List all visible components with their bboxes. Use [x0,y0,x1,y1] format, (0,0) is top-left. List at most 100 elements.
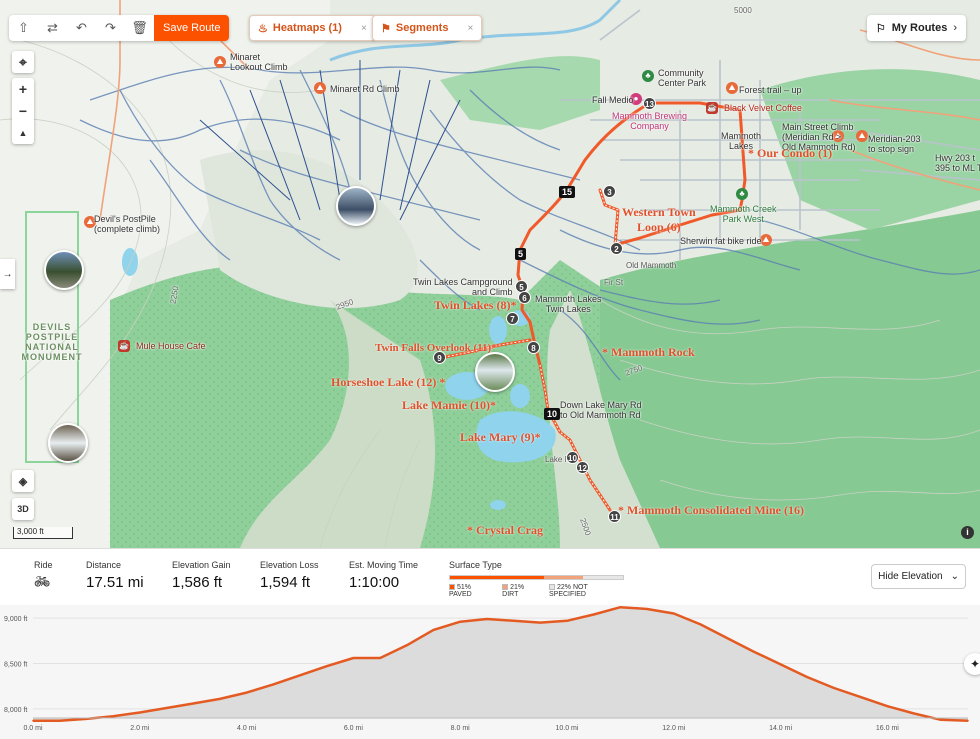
surface-segment [450,576,544,579]
segment-icon: ⚑ [381,22,391,35]
elevation-point [967,719,969,722]
climb-poi-icon[interactable]: ⛰ [314,82,326,94]
label-devils-postpile: Devil's PostPile (complete climb) [94,214,161,234]
route-photo-waterfall[interactable] [48,423,88,463]
route-photo-ski-slope[interactable] [336,186,376,226]
elevation-point [405,644,408,647]
route-stop-marker[interactable]: 8 [527,341,540,354]
route-photo-devils-postpile[interactable] [44,250,84,290]
elevation-point [672,612,675,615]
elevation-point [859,696,862,698]
elevation-point [753,650,755,653]
elevation-point [325,665,328,668]
expand-panel-button[interactable]: → [0,259,15,289]
y-tick-label: 9,000 ft [4,616,27,623]
label-hwy-203: Hwy 203 t 395 to ML T [935,153,980,173]
reverse-route-icon[interactable]: ⇄ [38,15,67,41]
route-stop-marker[interactable]: 11 [608,510,621,523]
info-icon[interactable]: i [961,526,974,539]
loss-label: Elevation Loss [260,560,319,570]
climb-poi-icon[interactable]: ⛰ [726,82,738,94]
route-stop-marker[interactable]: 3 [603,185,616,198]
segment-flag-5[interactable]: 5 [515,248,527,260]
elevation-point [299,674,301,677]
y-tick-label: 8,000 ft [4,707,27,714]
distance-stat: Distance 17.51 mi [86,560,144,591]
x-tick-label: 4.0 mi [237,725,257,732]
elevation-point [699,623,702,626]
route-stop-marker[interactable]: 13 [643,97,656,110]
route-stop-marker[interactable]: 9 [433,351,446,364]
map-canvas[interactable]: ⛰ ⛰ ♣ ⛰ ☕ ● ⛰ ♣ ⛰ ⛰ ☕ ⛰ Minaret Lookout … [0,0,980,548]
elevation-profile[interactable]: 9,000 ft 8,500 ft 8,000 ft 0.0 mi 2.0 mi 4.0 … [0,605,980,739]
segments-chip[interactable]: ⚑ Segments × [372,15,483,41]
elevation-point [352,657,355,659]
hide-elevation-dropdown[interactable]: Hide Elevation ⌄ [871,564,966,589]
elevation-point [459,620,461,623]
label-mammoth-brewing: Mammoth Brewing Company [612,111,688,131]
coffee-cup-icon[interactable]: ☕ [706,102,718,114]
y-tick-label: 8,500 ft [4,662,27,669]
park-tree-icon[interactable]: ♣ [642,70,654,82]
segment-flag-15[interactable]: 15 [559,186,576,198]
elevation-point [112,715,114,717]
route-photo-twin-falls[interactable] [475,352,515,392]
annotation-lake-mamie: Lake Mamie (10)* [402,398,496,412]
elevation-gain-stat: Elevation Gain 1,586 ft [172,560,231,591]
elevation-point [886,705,889,707]
label-fall-medio: Fall Medio [592,95,634,105]
route-stop-marker[interactable]: 7 [506,312,519,325]
zoom-in-button[interactable]: + [12,78,34,100]
elevation-point [165,707,168,709]
annotation-consolidated: * Mammoth Consolidated Mine (16) [618,503,804,517]
elevation-point [245,691,248,694]
locate-crosshair-icon[interactable]: ⌖ [12,51,34,73]
annotation-lake-mary: Lake Mary (9)* [460,430,541,444]
route-stop-marker[interactable]: 2 [610,242,623,255]
elevation-point [486,618,488,620]
elevation-point [833,687,835,689]
trash-icon[interactable]: 🗑 [125,15,154,41]
upload-icon[interactable]: ⇧ [9,15,38,41]
loss-value: 1,594 ft [260,574,311,591]
cafe-cup-icon[interactable]: ☕ [118,340,130,352]
label-mammoth-creek: Mammoth Creek Park West [710,204,777,224]
surface-bar [449,575,624,580]
climb-poi-icon[interactable]: ⛰ [856,130,868,142]
activity-type[interactable]: Ride 🚲︎ [34,560,53,590]
save-route-button[interactable]: Save Route [154,15,230,41]
route-stop-marker[interactable]: 6 [518,291,531,304]
annotation-twin-lakes: Twin Lakes (8)* [434,298,517,312]
my-routes-label: My Routes [891,22,948,34]
park-tree-icon[interactable]: ♣ [736,188,748,200]
segments-label: Segments [395,22,449,34]
sparkle-icon[interactable]: ✦ [964,653,980,675]
bookmark-icon: ⚐ [875,22,886,35]
close-icon[interactable]: × [467,23,473,34]
segment-flag-10[interactable]: 10 [544,408,561,420]
my-routes-button[interactable]: ⚐ My Routes › [866,15,966,41]
heatmap-icon: ♨ [258,22,268,35]
elevation-point [379,657,381,659]
gain-value: 1,586 ft [172,574,223,591]
heatmaps-label: Heatmaps (1) [272,22,342,34]
surface-legend-item: 51% PAVED [449,584,494,598]
redo-icon[interactable]: ↷ [96,15,125,41]
elevation-point [58,719,61,722]
zoom-out-button[interactable]: − [12,100,34,122]
elevation-point [806,676,809,678]
moving-time-stat: Est. Moving Time 1:10:00 [349,560,418,591]
climb-poi-icon[interactable]: ⛰ [214,56,226,68]
three-d-button[interactable]: 3D [12,498,34,520]
compass-icon[interactable]: ▲ [12,122,34,144]
heatmaps-chip[interactable]: ♨ Heatmaps (1) × [249,15,376,41]
layers-icon[interactable]: ◈ [12,470,34,492]
elevation-point [939,719,942,721]
surface-type-stat: Surface Type 51% PAVED 21% DIRT 22% NOT SP… [449,560,624,598]
undo-icon[interactable]: ↶ [67,15,96,41]
close-icon[interactable]: × [361,23,367,34]
surface-segment [543,576,583,579]
label-community-center: Community Center Park [658,68,707,88]
route-stop-marker[interactable]: 12 [576,461,589,474]
contour-label: 5000 [734,6,752,15]
